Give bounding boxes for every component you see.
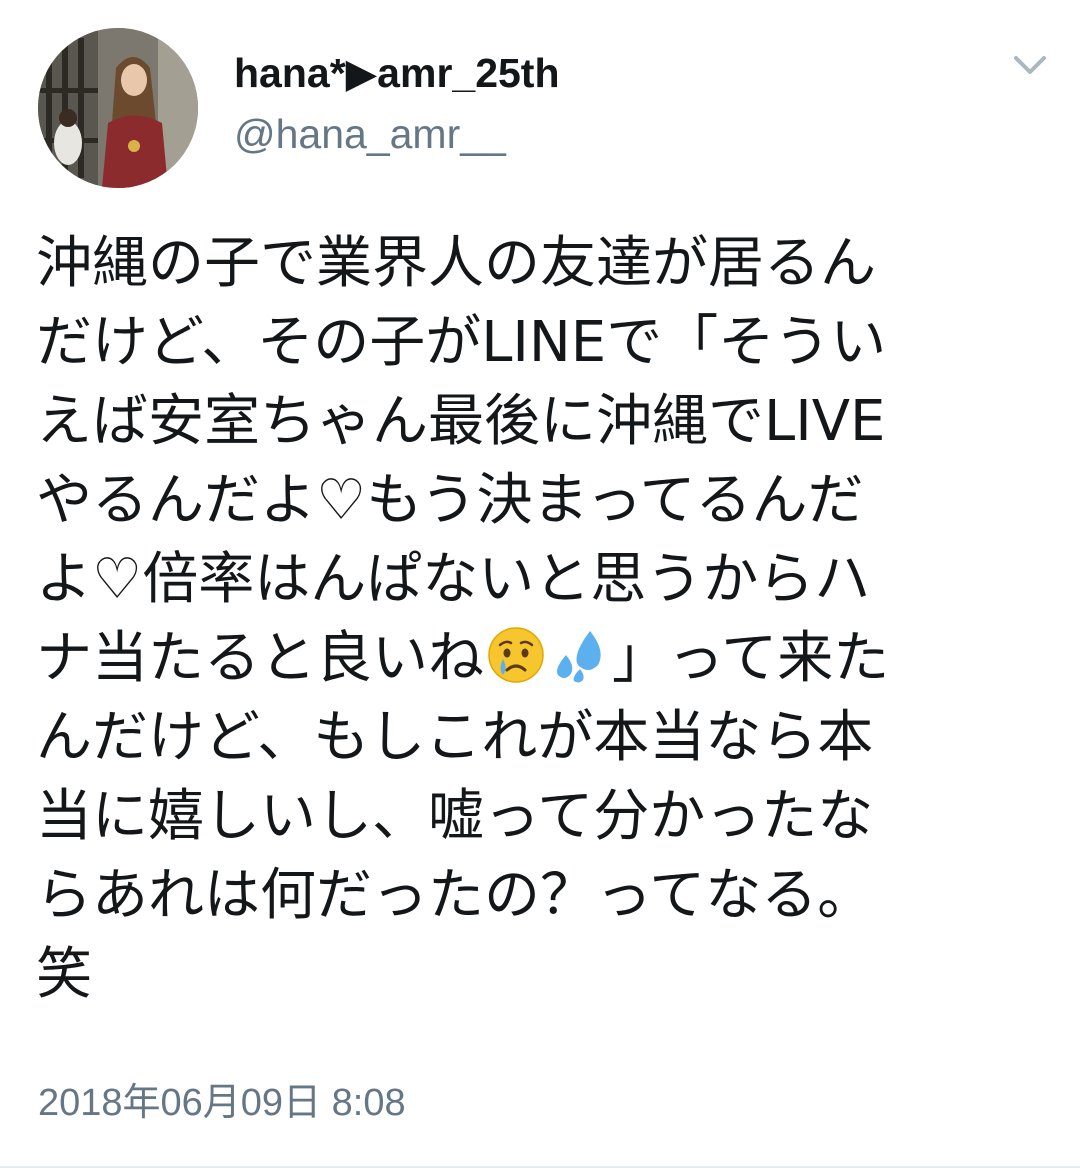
tweet-line: だけど、その子がLINEで「そうい	[36, 310, 887, 375]
tweet-line: んだけど、もしこれが本当なら本	[36, 705, 874, 770]
sweat-droplets-icon	[550, 625, 610, 685]
tweet-detail: hana*▶amr_25th @hana_amr__ 沖縄の子で業界人の友達が居…	[0, 0, 1080, 1173]
tweet-line: えば安室ちゃん最後に沖縄でLIVE	[36, 389, 886, 454]
tweet-timestamp[interactable]: 2018年06月09日 8:08	[38, 1078, 406, 1128]
tweet-line: よ♡倍率はんぱないと思うからハ	[36, 547, 871, 612]
user-avatar-photo	[38, 28, 198, 188]
tweet-line-with-emoji: ナ当たると良いね 」って来た	[36, 619, 1036, 698]
tweet-line: らあれは何だったの？ってなる。	[36, 863, 874, 928]
avatar[interactable]	[38, 28, 198, 188]
display-name[interactable]: hana*▶amr_25th	[234, 47, 560, 99]
tweet-line: やるんだよ♡もう決まってるんだ	[36, 468, 864, 533]
divider	[0, 1166, 1080, 1168]
tweet-text-segment: ナ当たると良いね	[36, 626, 484, 691]
tweet-line: 沖縄の子で業界人の友達が居るん	[36, 231, 876, 296]
tweet-line: 当に嬉しいし、嘘って分かったな	[36, 784, 874, 849]
tweet-text-segment: 」って来た	[612, 626, 890, 691]
chevron-down-icon[interactable]	[1008, 48, 1052, 84]
crying-face-icon	[486, 625, 546, 685]
user-handle[interactable]: @hana_amr__	[234, 108, 506, 160]
tweet-text: 沖縄の子で業界人の友達が居るん だけど、その子がLINEで「そうい えば安室ちゃ…	[36, 224, 1036, 1014]
tweet-line: 笑	[36, 942, 92, 1007]
